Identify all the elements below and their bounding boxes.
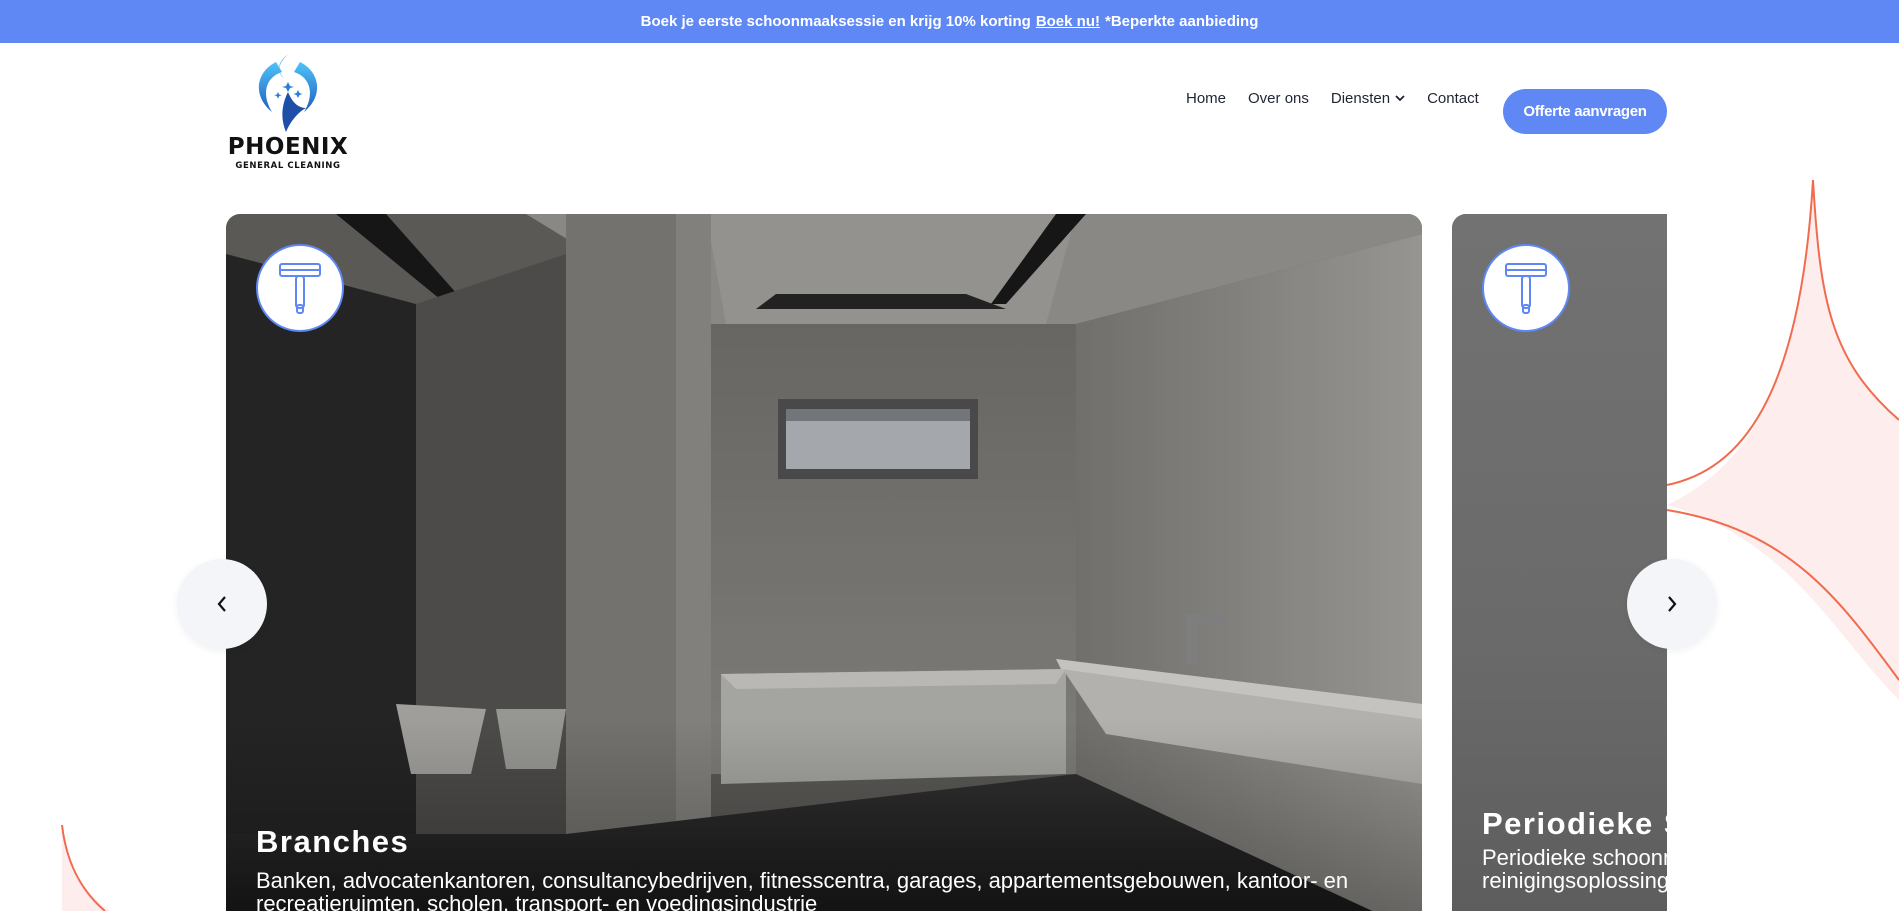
- services-carousel: Branches Banken, advocatenkantoren, cons…: [226, 214, 1667, 911]
- logo-name: PHOENIX: [227, 134, 349, 160]
- nav-item-over-ons[interactable]: Over ons: [1248, 90, 1309, 107]
- card-title: Branches: [256, 824, 410, 859]
- nav-item-diensten[interactable]: Diensten: [1331, 90, 1405, 107]
- page: Boek je eerste schoonmaaksessie en krijg…: [0, 0, 1899, 911]
- nav-item-home[interactable]: Home: [1186, 90, 1226, 107]
- service-card[interactable]: Periodieke S Periodieke schoonm jaar erv…: [1452, 214, 1667, 911]
- announcement-text: Boek je eerste schoonmaaksessie en krijg…: [640, 13, 1031, 30]
- phoenix-logo-icon: [258, 54, 318, 132]
- chevron-left-icon: [217, 596, 226, 612]
- squeegee-icon: [1505, 263, 1547, 314]
- announcement-bar: Boek je eerste schoonmaaksessie en krijg…: [0, 0, 1899, 43]
- service-card[interactable]: Branches Banken, advocatenkantoren, cons…: [226, 214, 1422, 911]
- nav-label: Diensten: [1330, 90, 1391, 107]
- card-description: Periodieke schoonm jaar ervaring in per …: [1482, 845, 1667, 894]
- logo[interactable]: PHOENIX GENERAL CLEANING: [226, 52, 350, 172]
- announcement-suffix: *Beperkte aanbieding: [1104, 13, 1259, 30]
- nav-label: Contact: [1427, 90, 1479, 107]
- main-nav: Home Over ons Diensten Contact: [1186, 90, 1479, 107]
- card-icon-circle: [256, 244, 344, 332]
- carousel-next-button[interactable]: [1627, 559, 1717, 649]
- card-description: Banken, advocatenkantoren, consultancybe…: [256, 868, 1349, 911]
- nav-label: Over ons: [1248, 90, 1309, 107]
- bathroom-photo: [226, 214, 1422, 911]
- logo-subtitle: GENERAL CLEANING: [235, 161, 341, 171]
- announcement-link[interactable]: Boek nu!: [1036, 13, 1100, 30]
- card-title: Periodieke S: [1482, 806, 1667, 841]
- chevron-right-icon: [1668, 596, 1677, 612]
- carousel-prev-button[interactable]: [177, 559, 267, 649]
- nav-item-contact[interactable]: Contact: [1427, 90, 1479, 107]
- nav-label: Home: [1186, 90, 1227, 107]
- chevron-down-icon: [1395, 95, 1405, 102]
- card-icon-circle: [1482, 244, 1570, 332]
- squeegee-icon: [279, 263, 321, 314]
- quote-request-button[interactable]: Offerte aanvragen: [1503, 89, 1667, 134]
